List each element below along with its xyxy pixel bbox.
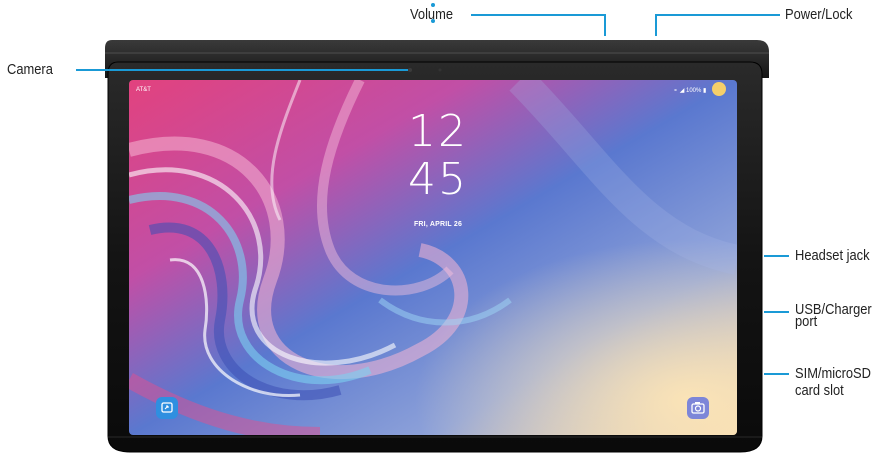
sim-card-label-line2: card slot: [795, 382, 844, 399]
smart-view-button[interactable]: [156, 397, 178, 419]
headset-jack-label: Headset jack: [795, 247, 870, 264]
smart-view-icon: [161, 402, 173, 413]
clock-minute: 45: [408, 154, 468, 205]
power-lock-leader-vertical: [655, 14, 657, 36]
status-bar-icons: ⚬ ◢ 100% ▮: [673, 88, 707, 94]
sim-card-label-line1: SIM/microSD: [795, 365, 871, 382]
sim-card-leader: [764, 373, 789, 375]
notification-avatar: [712, 82, 726, 96]
lock-screen-date: FRI, APRIL 26: [413, 221, 463, 228]
usb-charger-leader: [764, 311, 789, 313]
front-camera-icon: [408, 68, 412, 72]
power-lock-leader-horizontal: [655, 14, 780, 16]
volume-leader-horizontal: [471, 14, 605, 16]
camera-leader: [76, 69, 408, 71]
clock-hour: 12: [408, 106, 468, 157]
camera-shortcut-button[interactable]: [687, 397, 709, 419]
volume-label: Volume: [410, 6, 454, 23]
headset-jack-leader: [764, 255, 789, 257]
camera-icon: [691, 402, 705, 414]
power-lock-label: Power/Lock: [785, 6, 853, 23]
carrier-label: AT&T: [136, 87, 151, 93]
volume-leader-vertical: [604, 14, 606, 36]
camera-label: Camera: [7, 61, 53, 78]
usb-charger-label-line2: port: [795, 313, 818, 330]
